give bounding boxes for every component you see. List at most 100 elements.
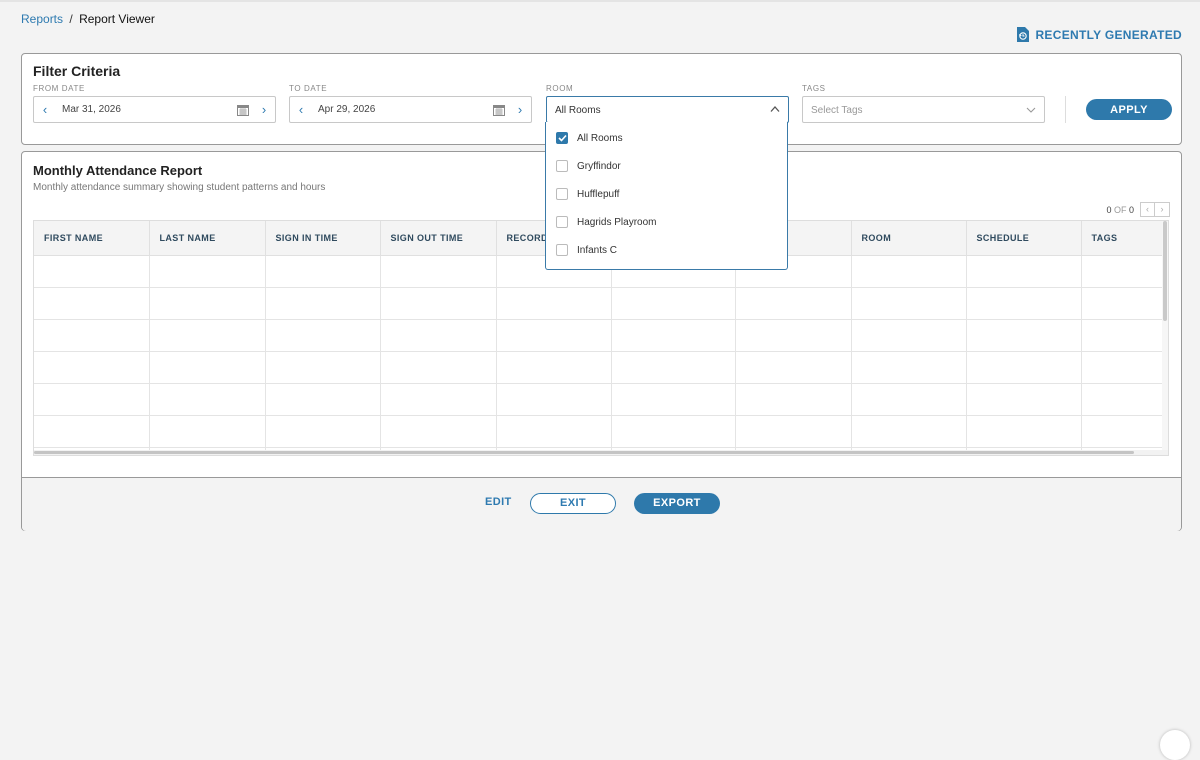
table-row [34,383,1168,416]
checkbox-icon[interactable] [556,244,568,256]
table-cell [966,287,1082,320]
table-cell [380,351,497,384]
report-title: Monthly Attendance Report [33,163,203,178]
to-date-value[interactable]: Apr 29, 2026 [318,104,375,115]
chevron-up-icon [770,106,780,112]
table-cell [380,255,497,288]
calendar-icon[interactable] [237,104,249,116]
table-row [34,319,1168,352]
from-date-prev-icon[interactable]: ‹ [38,102,52,118]
room-option[interactable]: Infants C [546,236,787,264]
from-date-label: FROM DATE [33,84,85,93]
table-row [34,287,1168,320]
column-header[interactable]: SIGN IN TIME [265,221,381,256]
table-cell [265,319,381,352]
table-cell [265,415,381,448]
column-header[interactable]: LAST NAME [149,221,266,256]
column-header[interactable]: SIGN OUT TIME [380,221,497,256]
room-option-label: Infants C [577,244,618,256]
table-cell [735,319,852,352]
table-cell [611,319,736,352]
table-cell [851,319,967,352]
column-header[interactable]: FIRST NAME [34,221,150,256]
report-actions-bar: EDIT EXIT EXPORT [22,477,1181,531]
table-row [34,351,1168,384]
pagination: 0 OF 0 ‹ › [1106,202,1170,217]
table-cell [149,255,266,288]
next-page-icon[interactable]: › [1155,202,1170,217]
table-cell [34,319,150,352]
table-cell [496,415,612,448]
horizontal-scrollbar[interactable] [34,450,1168,455]
from-date-value[interactable]: Mar 31, 2026 [62,104,121,115]
table-cell [1081,351,1168,384]
table-cell [34,351,150,384]
table-cell [851,255,967,288]
room-option[interactable]: Hagrids Playroom [546,208,787,236]
table-cell [851,415,967,448]
table-cell [611,287,736,320]
checkbox-icon[interactable] [556,216,568,228]
avatar[interactable] [1160,730,1190,760]
table-cell [966,255,1082,288]
room-select[interactable]: All Rooms [546,96,789,123]
table-cell [149,415,266,448]
table-cell [265,383,381,416]
room-option-label: Hufflepuff [577,188,620,200]
column-header[interactable]: TAGS [1081,221,1168,256]
recently-generated-label: RECENTLY GENERATED [1035,27,1182,42]
room-option[interactable]: Hufflepuff [546,180,787,208]
checkbox-checked-icon[interactable] [556,132,568,144]
table-cell [265,255,381,288]
column-header[interactable]: ROOM [851,221,967,256]
from-date-field[interactable]: ‹ Mar 31, 2026 › [33,96,276,123]
tags-select-placeholder: Select Tags [811,105,863,116]
table-cell [966,415,1082,448]
vertical-scrollbar[interactable] [1162,221,1168,455]
recently-generated-button[interactable]: RECENTLY GENERATED [1016,26,1182,43]
table-cell [1081,255,1168,288]
edit-button[interactable]: EDIT [485,496,512,508]
to-date-field[interactable]: ‹ Apr 29, 2026 › [289,96,532,123]
table-cell [735,383,852,416]
table-cell [380,287,497,320]
breadcrumb-separator: / [69,12,73,26]
divider [1065,96,1066,123]
history-document-icon [1017,27,1030,42]
export-button[interactable]: EXPORT [634,493,720,514]
tags-select[interactable]: Select Tags [802,96,1045,123]
table-cell [966,351,1082,384]
to-date-prev-icon[interactable]: ‹ [294,102,308,118]
checkbox-icon[interactable] [556,188,568,200]
tags-label: TAGS [802,84,826,93]
table-cell [735,415,852,448]
table-cell [34,415,150,448]
room-option-label: All Rooms [577,132,623,144]
table-cell [380,319,497,352]
to-date-label: TO DATE [289,84,328,93]
room-option[interactable]: All Rooms [546,124,787,152]
from-date-next-icon[interactable]: › [257,102,271,118]
apply-button[interactable]: APPLY [1086,99,1172,120]
previous-page-icon[interactable]: ‹ [1140,202,1155,217]
to-date-next-icon[interactable]: › [513,102,527,118]
table-row [34,415,1168,448]
column-header[interactable]: SCHEDULE [966,221,1082,256]
table-cell [149,319,266,352]
table-cell [851,383,967,416]
table-cell [1081,383,1168,416]
filter-criteria-title: Filter Criteria [33,63,121,79]
calendar-icon[interactable] [493,104,505,116]
room-option[interactable]: Gryffindor [546,152,787,180]
checkbox-icon[interactable] [556,160,568,172]
room-option-label: Hagrids Playroom [577,216,657,228]
exit-button[interactable]: EXIT [530,493,616,514]
table-cell [149,351,266,384]
table-cell [149,383,266,416]
table-cell [34,383,150,416]
table-cell [265,287,381,320]
breadcrumb-reports-link[interactable]: Reports [21,12,63,26]
table-cell [1081,287,1168,320]
table-cell [496,287,612,320]
table-cell [380,383,497,416]
